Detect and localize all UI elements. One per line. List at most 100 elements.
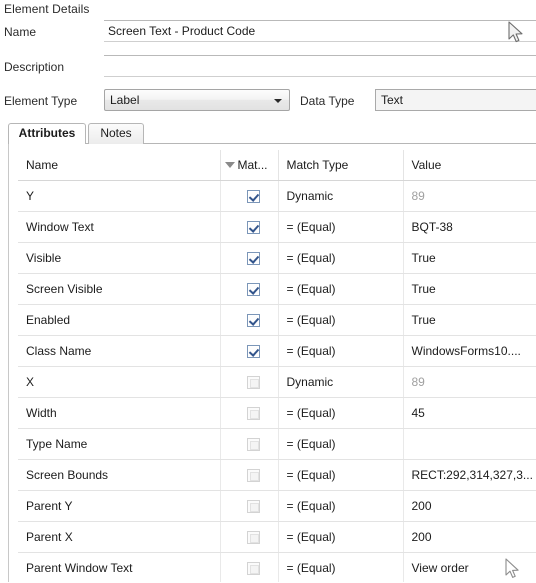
column-header-match-label: Mat... [237,158,268,172]
field-row-name: Name [0,20,536,46]
checkbox-unchecked-icon[interactable] [246,562,260,576]
cell-match-checkbox[interactable] [220,180,279,212]
cell-attribute-name: Screen Bounds [18,459,221,491]
cell-match-type: Dynamic [278,180,404,212]
cell-match-type: = (Equal) [278,304,404,336]
cell-attribute-name: Parent Window Text [18,552,221,582]
cell-attribute-name: Type Name [18,428,221,460]
filter-funnel-icon [224,161,235,168]
tabstrip: Attributes Notes [8,123,536,144]
table-row[interactable]: Parent X = (Equal) 200 [18,521,536,553]
table-body: Y Dynamic 89 Window Text = (Equal) BQT-38 Visi… [18,180,536,582]
table-row[interactable]: Enabled = (Equal) True [18,304,536,336]
chevron-down-icon [274,99,282,103]
checkbox-checked-icon[interactable] [246,252,260,266]
cell-match-checkbox[interactable] [220,366,279,398]
table-row[interactable]: Window Text = (Equal) BQT-38 [18,211,536,243]
cell-match-type: = (Equal) [278,428,404,460]
cell-attribute-name: Screen Visible [18,273,221,305]
cell-value: BQT-38 [403,211,536,243]
table-row[interactable]: Type Name = (Equal) [18,428,536,460]
cell-value: View order [403,552,536,582]
name-input[interactable] [104,20,536,42]
checkbox-unchecked-icon[interactable] [246,438,260,452]
cell-match-type: = (Equal) [278,211,404,243]
cell-match-checkbox[interactable] [220,335,279,367]
checkbox-checked-icon[interactable] [246,190,260,204]
element-type-label: Element Type [4,94,78,108]
cell-match-type: = (Equal) [278,490,404,522]
cell-match-type: Dynamic [278,366,404,398]
cell-match-type: = (Equal) [278,242,404,274]
description-label: Description [4,60,65,74]
column-header-value[interactable]: Value [403,150,536,181]
cell-value: 200 [403,521,536,553]
cell-attribute-name: Parent Y [18,490,221,522]
cell-attribute-name: Width [18,397,221,429]
table-row[interactable]: X Dynamic 89 [18,366,536,398]
cell-match-type: = (Equal) [278,397,404,429]
table-row[interactable]: Screen Bounds = (Equal) RECT:292,314,327,3… [18,459,536,491]
cell-value: True [403,304,536,336]
tab-notes[interactable]: Notes [88,123,144,144]
cell-match-checkbox[interactable] [220,397,279,429]
cell-match-checkbox[interactable] [220,552,279,582]
cell-attribute-name: Enabled [18,304,221,336]
cell-match-checkbox[interactable] [220,459,279,491]
checkbox-unchecked-icon[interactable] [246,407,260,421]
cell-match-type: = (Equal) [278,552,404,582]
page-title: Element Details [4,2,90,16]
column-header-match[interactable]: Mat... [220,150,279,181]
checkbox-unchecked-icon[interactable] [246,469,260,483]
column-header-name[interactable]: Name [18,150,221,181]
tab-attributes[interactable]: Attributes [8,123,86,144]
cell-match-type: = (Equal) [278,459,404,491]
table-row[interactable]: Y Dynamic 89 [18,180,536,212]
column-header-match-type[interactable]: Match Type [278,150,404,181]
cell-value: 200 [403,490,536,522]
cell-match-checkbox[interactable] [220,490,279,522]
checkbox-checked-icon[interactable] [246,283,260,297]
attributes-grid: Name Mat... Match Type Value Y Dynamic 89 W… [8,144,536,582]
cell-match-checkbox[interactable] [220,428,279,460]
cell-match-checkbox[interactable] [220,242,279,274]
cell-attribute-name: Visible [18,242,221,274]
checkbox-checked-icon[interactable] [246,345,260,359]
table-row[interactable]: Width = (Equal) 45 [18,397,536,429]
cell-value: True [403,242,536,274]
checkbox-unchecked-icon[interactable] [246,500,260,514]
checkbox-checked-icon[interactable] [246,314,260,328]
data-type-input[interactable] [375,89,536,111]
cell-attribute-name: Parent X [18,521,221,553]
cell-value: WindowsForms10.... [403,335,536,367]
data-type-label: Data Type [300,94,355,108]
cell-attribute-name: Y [18,180,221,212]
field-row-element-type: Element Type Label Data Type [0,89,536,115]
cell-match-checkbox[interactable] [220,304,279,336]
description-input[interactable] [104,55,536,77]
cell-match-checkbox[interactable] [220,273,279,305]
table-row[interactable]: Class Name = (Equal) WindowsForms10.... [18,335,536,367]
checkbox-checked-icon[interactable] [246,221,260,235]
cell-attribute-name: X [18,366,221,398]
cell-value: True [403,273,536,305]
cell-attribute-name: Class Name [18,335,221,367]
name-label: Name [4,25,37,39]
checkbox-unchecked-icon[interactable] [246,376,260,390]
cell-match-checkbox[interactable] [220,211,279,243]
cell-match-type: = (Equal) [278,335,404,367]
field-row-description: Description [0,55,536,81]
checkbox-unchecked-icon[interactable] [246,531,260,545]
cell-value [403,428,536,460]
cell-match-type: = (Equal) [278,521,404,553]
cell-match-checkbox[interactable] [220,521,279,553]
element-type-dropdown[interactable]: Label [104,89,290,111]
table-row[interactable]: Parent Y = (Equal) 200 [18,490,536,522]
cell-value: 89 [403,366,536,398]
element-type-value: Label [110,93,140,107]
table-row[interactable]: Parent Window Text = (Equal) View order [18,552,536,582]
cell-value: 89 [403,180,536,212]
table-row[interactable]: Visible = (Equal) True [18,242,536,274]
cell-value: 45 [403,397,536,429]
table-row[interactable]: Screen Visible = (Equal) True [18,273,536,305]
